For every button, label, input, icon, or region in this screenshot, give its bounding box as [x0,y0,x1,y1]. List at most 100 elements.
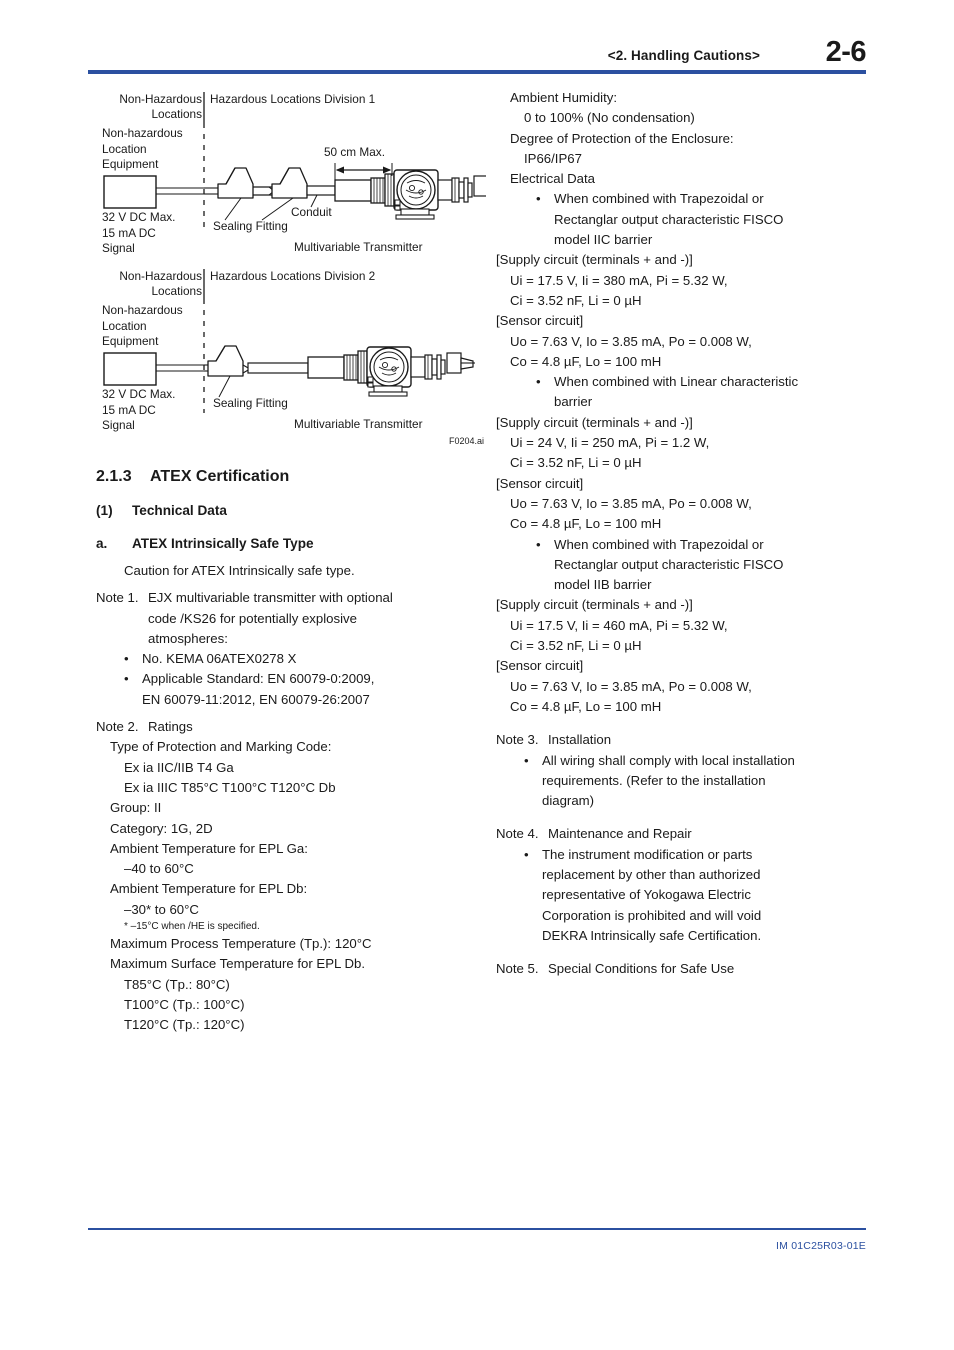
note2-line: Category: 1G, 2D [110,820,213,836]
note2-line: Maximum Surface Temperature for EPL Db. [110,956,366,972]
subsection-title: Technical Data [132,503,227,518]
note5-row: Note 5. Special Conditions for Safe Use [496,959,886,979]
left-column: Non-Hazardous Locations Hazardous Locati… [96,88,486,1036]
bullet-icon: • [536,374,541,390]
page-number: 2-6 [825,36,867,68]
diagram2-zone-left-label: Non-Hazardous Locations [119,269,202,298]
diagram1-zone-right-label: Hazardous Locations Division 1 [210,92,376,106]
diagram1-transmitter-label: Multivariable Transmitter [294,240,423,254]
bullet-icon: • [124,671,129,687]
chapter-reference: <2. Handling Cautions> [607,48,760,63]
barrier-1-line: Ci = 3.52 nF, Li = 0 µH [510,455,642,471]
subsection-number: (1) [96,503,113,518]
spec-line: IP66/IP67 [524,150,582,166]
header-divider-rule [88,70,866,74]
diagram2-transmitter-label: Multivariable Transmitter [294,417,423,431]
barrier-1-line: [Supply circuit (terminals + and -)] [496,414,693,430]
note2-line: Ambient Temperature for EPL Ga: [110,840,308,856]
barrier-1-line: Uo = 7.63 V, Io = 3.85 mA, Po = 0.008 W, [510,495,752,511]
note2-line: Group: II [110,800,162,816]
barrier-0-line: Ci = 3.52 nF, Li = 0 µH [510,292,642,308]
spec-line: Ambient Humidity: [510,90,618,105]
figure-id-caption: F0204.ai [448,436,484,446]
barrier-2-line: Co = 4.8 µF, Lo = 100 mH [510,698,662,714]
note5-title: Special Conditions for Safe Use [548,961,735,977]
note4-row: Note 4. Maintenance and Repair [496,824,886,844]
diagram2-sealing-fitting-label: Sealing Fitting [213,396,288,410]
spec-line: Electrical Data [510,171,596,187]
note2-line: Maximum Process Temperature (Tp.): 120°C [110,936,372,952]
note1-body: EJX multivariable transmitter with optio… [148,590,393,646]
note3-bullet-text: All wiring shall comply with local insta… [542,752,795,809]
note2-title: Ratings [148,719,193,735]
barrier-2-bullet: • When combined with Trapezoidal or Rect… [496,535,886,596]
diagram1-sealing-fitting-label: Sealing Fitting [213,219,288,233]
barrier-2-line: Ci = 3.52 nF, Li = 0 µH [510,638,642,654]
barrier-1-line: Ui = 24 V, Ii = 250 mA, Pi = 1.2 W, [510,435,710,451]
bullet-icon: • [524,846,529,862]
diagram1-conduit-label: Conduit [291,205,332,219]
footer-divider-rule [88,1228,866,1230]
barrier-1-line: Co = 4.8 µF, Lo = 100 mH [510,516,662,532]
note2-row: Note 2. Ratings [96,717,486,737]
barrier-2-bullet-text: When combined with Trapezoidal or Rectan… [554,536,784,593]
installation-diagram-figure: Non-Hazardous Locations Hazardous Locati… [96,88,486,446]
bullet-icon: • [524,752,529,768]
note3-label: Note 3. [496,732,539,748]
note1-row: Note 1. EJX multivariable transmitter wi… [96,588,486,649]
diagram2-zone-right-label: Hazardous Locations Division 2 [210,269,376,283]
barrier-0-line: Ui = 17.5 V, Ii = 380 mA, Pi = 5.32 W, [510,272,728,288]
barrier-2-line: [Sensor circuit] [496,658,584,674]
note1-bullet-1: • Applicable Standard: EN 60079-0:2009, … [96,669,486,710]
note4-bullet-text: The instrument modification or parts rep… [542,846,762,943]
note1-label: Note 1. [96,590,139,606]
note3-bullet: • All wiring shall comply with local ins… [496,751,886,812]
barrier-2-line: Uo = 7.63 V, Io = 3.85 mA, Po = 0.008 W, [510,678,752,694]
barrier-0-line: [Sensor circuit] [496,313,584,329]
note3-row: Note 3. Installation [496,730,886,750]
note2-line: Type of Protection and Marking Code: [110,739,332,755]
note3-title: Installation [548,732,612,748]
note1-bullet-text: No. KEMA 06ATEX0278 X [142,651,297,667]
barrier-1-bullet: • When combined with Linear characterist… [496,372,886,413]
barrier-2-line: [Supply circuit (terminals + and -)] [496,597,693,613]
diagram2-signal-label: 32 V DC Max. 15 mA DC Signal [102,387,176,432]
spec-line: Degree of Protection of the Enclosure: [510,130,734,146]
barrier-1-line: [Sensor circuit] [496,475,584,491]
caution-line: Caution for ATEX Intrinsically safe type… [124,563,355,578]
note4-label: Note 4. [496,826,539,842]
spec-line: 0 to 100% (No condensation) [524,110,695,126]
note2-footnote: * –15°C when /HE is specified. [124,921,260,933]
item-letter: a. [96,536,108,551]
note2-line: T85°C (Tp.: 80°C) [124,976,230,992]
diagram1-zone-left-label: Non-Hazardous Locations [119,92,202,121]
note1-bullet-0: • No. KEMA 06ATEX0278 X [96,649,486,669]
note4-bullet: • The instrument modification or parts r… [496,845,886,946]
note5-label: Note 5. [496,961,539,977]
note2-line: Ex ia IIIC T85°C T100°C T120°C Db [124,779,336,795]
barrier-0-bullet-text: When combined with Trapezoidal or Rectan… [554,191,784,248]
barrier-0-bullet: • When combined with Trapezoidal or Rect… [496,189,886,250]
bullet-icon: • [536,536,541,552]
section-title: ATEX Certification [150,468,290,485]
section-number: 2.1.3 [96,468,132,485]
barrier-1-bullet-text: When combined with Linear characteristic… [554,374,799,410]
item-title: ATEX Intrinsically Safe Type [132,536,314,551]
note2-line: –30* to 60°C [124,901,199,917]
note2-line: Ex ia IIC/IIB T4 Ga [124,759,234,775]
note2-line: –40 to 60°C [124,861,194,877]
document-code: IM 01C25R03-01E [776,1240,866,1252]
diagram1-dimension-label: 50 cm Max. [324,145,385,159]
bullet-icon: • [124,651,129,667]
diagram1-signal-label: 32 V DC Max. 15 mA DC Signal [102,210,176,255]
barrier-0-line: Co = 4.8 µF, Lo = 100 mH [510,353,662,369]
note2-line: Ambient Temperature for EPL Db: [110,881,308,897]
barrier-2-line: Ui = 17.5 V, Ii = 460 mA, Pi = 5.32 W, [510,617,728,633]
note2-line: T120°C (Tp.: 120°C) [124,1017,245,1033]
document-page: <2. Handling Cautions> 2-6 Non-Hazardous… [0,0,954,1350]
subsection-heading: (1) Technical Data [96,501,486,521]
note2-label: Note 2. [96,719,139,735]
section-heading: 2.1.3 ATEX Certification [96,466,486,488]
note1-bullet-text: Applicable Standard: EN 60079-0:2009, EN… [142,671,375,707]
bullet-icon: • [536,191,541,207]
